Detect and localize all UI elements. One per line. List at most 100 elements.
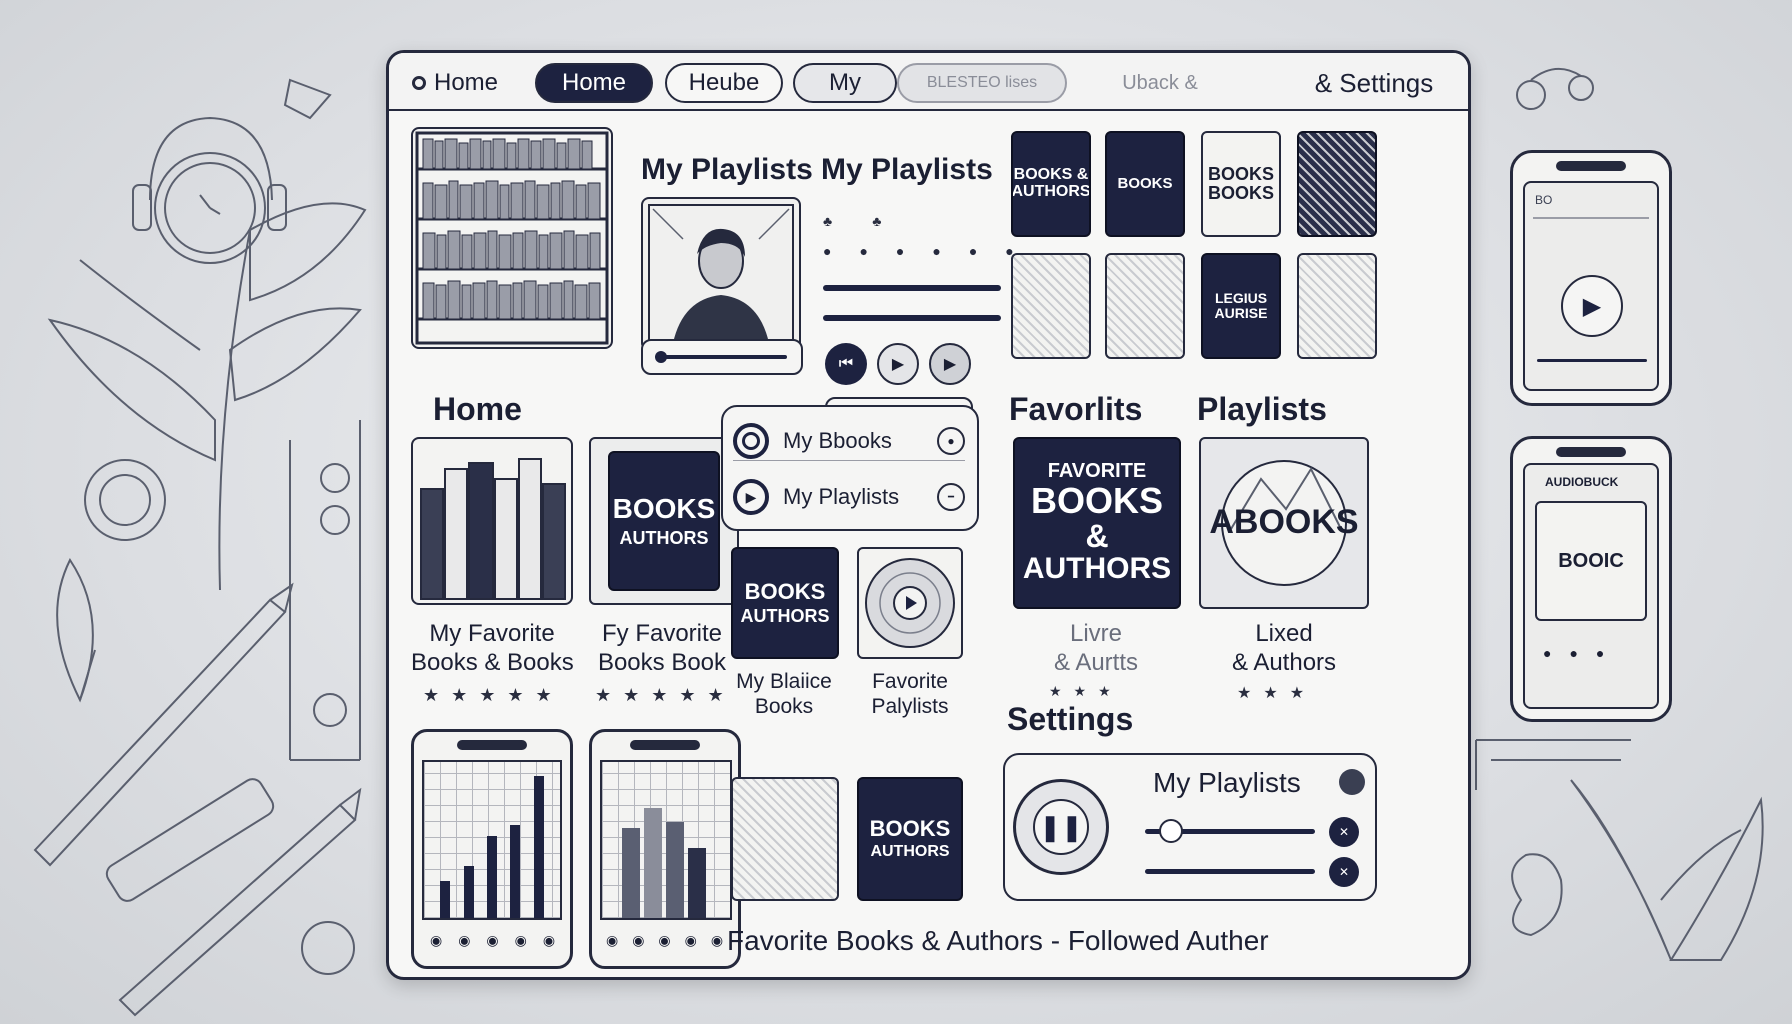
chart-area — [422, 760, 562, 920]
player-menu-icon[interactable] — [1339, 769, 1365, 795]
playlist-stars: ★★★ — [1237, 685, 1317, 702]
phone-chart-1[interactable]: ◉◉◉◉◉ — [411, 729, 573, 969]
cover-title: BOOKS & AUTHORS — [1011, 166, 1091, 200]
label-line: & Aurtts — [1053, 649, 1139, 676]
chart-bar — [487, 835, 497, 918]
tab-home-with-icon[interactable]: Home — [395, 63, 515, 103]
phone-player-top[interactable]: BO ▶ — [1510, 150, 1672, 406]
next-button[interactable]: ▶ — [929, 343, 971, 385]
favorites-heading: Favorlits — [1009, 391, 1143, 427]
playlists-heading: Playlists — [1197, 391, 1327, 427]
cover-books-2[interactable]: BOOKS — [1105, 131, 1185, 237]
progress-knob[interactable] — [655, 351, 667, 363]
chart-bar — [440, 880, 451, 918]
cover-8[interactable] — [1297, 253, 1377, 359]
book-bar — [622, 828, 640, 918]
close-icon[interactable]: ✕ — [1329, 857, 1359, 887]
middle-label-1[interactable]: My Blaiice Books — [719, 669, 849, 719]
playlist-cover[interactable]: ABOOKS — [1199, 437, 1369, 609]
tab-my[interactable]: My — [793, 63, 897, 103]
middle-label-2[interactable]: Favorite Palylists — [845, 669, 975, 719]
books-stack-illustration — [420, 458, 566, 600]
settings-heading: Settings — [1007, 701, 1134, 737]
play-icon: ▶ — [891, 356, 905, 373]
cover-legius-aurise[interactable]: LEGIUS AURISE — [1201, 253, 1281, 359]
play-button[interactable]: ▶ — [1561, 275, 1623, 337]
more-icon[interactable]: ━ — [937, 483, 965, 511]
favorite-label[interactable]: Livre & Aurtts — [1011, 619, 1181, 677]
cover-title: BOOKS BOOKS — [1207, 164, 1274, 203]
more-icon[interactable]: ● — [937, 426, 965, 455]
tab-blesteo-lises[interactable]: BLESTEO lises — [897, 63, 1067, 103]
seek-bar[interactable] — [1537, 359, 1647, 362]
home-label-1[interactable]: My Favorite Books & Books — [411, 619, 574, 677]
label-line: Books & Books — [411, 649, 574, 676]
divider — [1533, 217, 1649, 219]
progress-track[interactable] — [1145, 869, 1315, 874]
vinyl-illustration — [865, 558, 955, 648]
tab-label: BLESTEO lises — [926, 74, 1038, 91]
library-list-panel: My Bbooks ● ▶ My Playlists ━ — [721, 405, 979, 531]
middle-cover-sketch[interactable] — [731, 777, 839, 901]
app-window: Home Home Heube My BLESTEO lises Uback &… — [386, 50, 1471, 980]
cover-title: BOOKS — [1117, 175, 1173, 193]
tab-heube[interactable]: Heube — [665, 63, 783, 103]
dot-row: ●●●●●● — [823, 243, 1042, 259]
tab-home-active[interactable]: Home — [535, 63, 653, 103]
phone-header: AUDIOBUCK — [1545, 475, 1619, 489]
phone-player-bottom[interactable]: AUDIOBUCK BOOIC ●●● — [1510, 436, 1672, 722]
cover-4[interactable] — [1297, 131, 1377, 237]
tab-label: Home — [433, 69, 499, 96]
label-line: Fy Favorite — [601, 620, 723, 647]
phone-notch — [1556, 161, 1626, 171]
books-authors-box[interactable]: BOOKS AUTHORS — [589, 437, 739, 605]
bookshelf-image[interactable] — [411, 127, 613, 349]
phone-cover: BOOIC — [1535, 501, 1647, 621]
middle-cover-books-authors-2[interactable]: BOOKS AUTHORS — [857, 777, 963, 901]
label-line: Livre — [1069, 620, 1123, 647]
tab-label: Heube — [688, 69, 760, 96]
cover-5[interactable] — [1011, 253, 1091, 359]
playlist-label[interactable]: Lixed & Authors — [1199, 619, 1369, 677]
vinyl-cover[interactable] — [857, 547, 963, 659]
close-icon[interactable]: ✕ — [1329, 817, 1359, 847]
label-line: Books — [754, 695, 814, 718]
volume-knob[interactable] — [1159, 819, 1183, 843]
books-stack-image[interactable] — [411, 437, 573, 605]
big-pause-button[interactable]: ❚❚ — [1013, 779, 1109, 875]
list-item-my-playlists[interactable]: ▶ My Playlists ━ — [733, 477, 965, 517]
play-circle-icon: ▶ — [733, 479, 769, 515]
skip-back-button[interactable]: ⏮ — [825, 343, 867, 385]
chart-bar — [510, 825, 521, 918]
cover-books-books[interactable]: BOOKS BOOKS — [1201, 131, 1281, 237]
label-line: My Favorite — [429, 620, 555, 647]
cover-6[interactable] — [1105, 253, 1185, 359]
artist-portrait[interactable] — [641, 197, 801, 351]
portrait-progress[interactable] — [641, 339, 803, 375]
settings-player-panel: ❚❚ My Playlists ✕ ✕ — [1003, 753, 1377, 901]
tab-settings[interactable]: & Settings — [1289, 63, 1459, 103]
phone-screen: BO ▶ — [1523, 181, 1659, 391]
player-title: My Playlists — [1153, 767, 1301, 798]
seek-bar-2[interactable] — [823, 315, 1001, 321]
favorite-cover[interactable]: FAVORITE BOOKS & AUTHORS — [1013, 437, 1181, 609]
footer-caption: Favorite Books & Authors - Followed Auth… — [727, 925, 1269, 956]
cover-title: BOOKS — [612, 492, 716, 524]
cover-books-authors-1[interactable]: BOOKS & AUTHORS — [1011, 131, 1091, 237]
phone-chart-2[interactable]: ◉◉◉◉◉ — [589, 729, 741, 969]
play-button[interactable]: ▶ — [877, 343, 919, 385]
phone-notch — [630, 740, 700, 750]
seek-bar-1[interactable] — [823, 285, 1001, 291]
book-bar — [688, 848, 706, 918]
cover-top: FAVORITE — [1047, 460, 1147, 483]
play-icon: ▶ — [1582, 292, 1602, 320]
middle-cover-books-authors[interactable]: BOOKS AUTHORS — [731, 547, 839, 659]
cover-title: ABOOKS — [1209, 503, 1359, 542]
tab-label: & Settings — [1314, 67, 1434, 98]
rating-stars-1: ★★★★★ — [423, 685, 564, 705]
label-line: Lixed — [1255, 620, 1313, 647]
rating-stars-2: ★★★★★ — [595, 685, 736, 705]
tab-uback[interactable]: Uback & — [1075, 63, 1245, 103]
list-item-my-bbooks[interactable]: My Bbooks ● — [733, 421, 965, 461]
home-heading: Home — [433, 391, 522, 427]
